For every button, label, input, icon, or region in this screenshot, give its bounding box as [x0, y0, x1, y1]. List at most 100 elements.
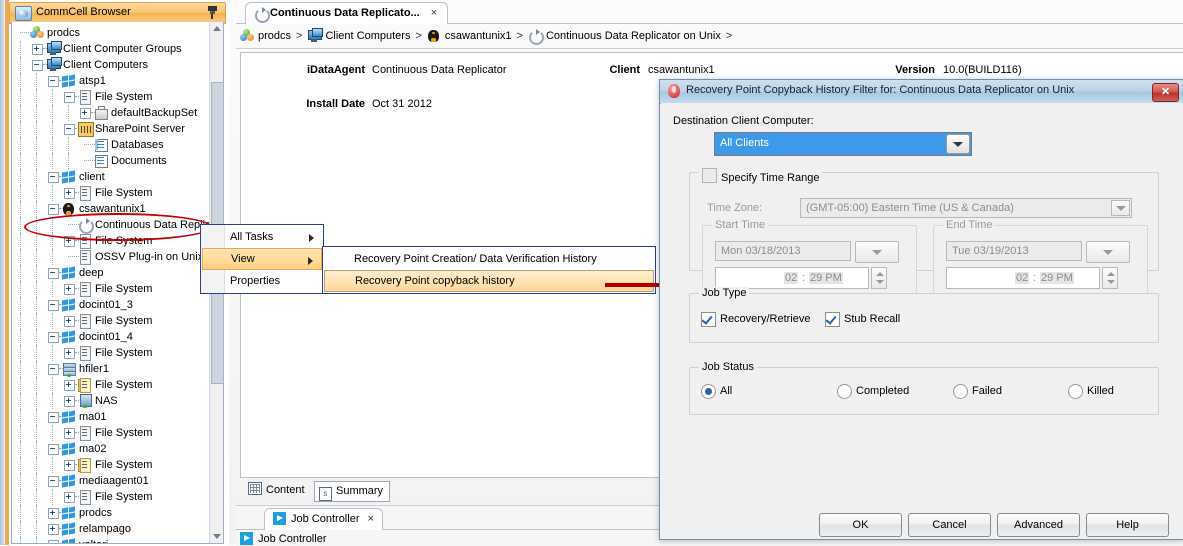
tree-item-nas[interactable]: NAS	[12, 393, 208, 409]
tree-expander[interactable]	[48, 412, 59, 423]
context-menu-primary[interactable]: All Tasks View Properties	[200, 224, 324, 294]
tree-item-ma01[interactable]: ma01	[12, 409, 208, 425]
tree-item-hfiler1[interactable]: hfiler1	[12, 361, 208, 377]
breadcrumb-item-client-computers[interactable]: Client Computers	[307, 27, 410, 45]
tree-item-file-system[interactable]: File System	[12, 281, 208, 297]
advanced-button[interactable]: Advanced	[997, 513, 1080, 537]
tree-item-docint01-3[interactable]: docint01_3	[12, 297, 208, 313]
close-icon[interactable]: ✕	[1152, 83, 1179, 102]
tree-item-client-computers[interactable]: Client Computers	[12, 57, 208, 73]
tree-item-documents[interactable]: Documents	[12, 153, 208, 169]
tree-expander[interactable]	[64, 124, 75, 135]
tab-continuous-data-replicator[interactable]: Continuous Data Replicato... ×	[245, 2, 449, 24]
start-date-picker-button[interactable]	[855, 241, 899, 263]
tree-item-ossv-plug-in-on-unix[interactable]: OSSV Plug-in on Unix	[12, 249, 208, 265]
ok-button[interactable]: OK	[819, 513, 902, 537]
tree-expander[interactable]	[64, 316, 75, 327]
start-time-stepper[interactable]	[871, 267, 887, 289]
job-controller-close-icon[interactable]: ×	[367, 513, 373, 525]
end-time-stepper[interactable]	[1102, 267, 1118, 289]
tree-item-databases[interactable]: Databases	[12, 137, 208, 153]
destination-client-select[interactable]: All Clients	[714, 132, 972, 156]
tab-content[interactable]: Content	[244, 481, 311, 500]
tree-expander[interactable]	[48, 172, 59, 183]
time-zone-select[interactable]: (GMT-05:00) Eastern Time (US & Canada)	[800, 198, 1132, 218]
tab-job-controller[interactable]: Job Controller ×	[264, 508, 383, 530]
tree-expander[interactable]	[64, 348, 75, 359]
pin-icon[interactable]	[207, 6, 218, 19]
tab-summary[interactable]: s Summary	[314, 481, 391, 502]
tree-item-prodcs[interactable]: prodcs	[12, 505, 208, 521]
tree-expander[interactable]	[48, 268, 59, 279]
breadcrumb[interactable]: prodcs > Client Computers > csawantunix1 > Con…	[240, 27, 737, 45]
tree-item-file-system[interactable]: File System	[12, 345, 208, 361]
menu-item-recovery-point-copyback-history[interactable]: Recovery Point copyback history	[324, 270, 654, 292]
tree-item-file-system[interactable]: File System	[12, 313, 208, 329]
menu-item-properties[interactable]: Properties	[202, 270, 322, 292]
tree-expander[interactable]	[48, 364, 59, 375]
cancel-button[interactable]: Cancel	[908, 513, 991, 537]
tree-item-file-system[interactable]: File System	[12, 185, 208, 201]
end-date-picker-button[interactable]	[1086, 241, 1130, 263]
tree-expander[interactable]	[32, 44, 43, 55]
breadcrumb-item-csawantunix1[interactable]: csawantunix1	[427, 27, 512, 45]
tree-item-atsp1[interactable]: atsp1	[12, 73, 208, 89]
tree-expander[interactable]	[48, 476, 59, 487]
tree-expander[interactable]	[64, 92, 75, 103]
tree-expander[interactable]	[32, 60, 43, 71]
tree-expander[interactable]	[48, 508, 59, 519]
end-time-field[interactable]: 02 : 29 PM	[946, 267, 1100, 289]
end-date-field[interactable]: Tue 03/19/2013	[946, 241, 1082, 261]
tree-expander[interactable]	[64, 428, 75, 439]
tree-item-defaultbackupset[interactable]: defaultBackupSet	[12, 105, 208, 121]
chevron-down-icon[interactable]	[1111, 200, 1130, 216]
tree-item-file-system[interactable]: File System	[12, 489, 208, 505]
tree-item-deep[interactable]: deep	[12, 265, 208, 281]
tab-close-icon[interactable]: ×	[431, 7, 437, 19]
tree-expander[interactable]	[64, 284, 75, 295]
tree-item-relampago[interactable]: relampago	[12, 521, 208, 537]
tree-expander[interactable]	[64, 492, 75, 503]
job-status-killed-radio[interactable]	[1068, 384, 1083, 399]
breadcrumb-item-prodcs[interactable]: prodcs	[240, 27, 291, 45]
tree-item-client[interactable]: client	[12, 169, 208, 185]
menu-item-view[interactable]: View	[202, 248, 322, 270]
tree-expander[interactable]	[48, 76, 59, 87]
tree-item-sharepoint-server[interactable]: SharePoint Server	[12, 121, 208, 137]
job-status-completed-radio[interactable]	[837, 384, 852, 399]
menu-item-recovery-point-creation-history[interactable]: Recovery Point Creation/ Data Verificati…	[324, 248, 654, 270]
tree-expander[interactable]	[48, 204, 59, 215]
tree-item-file-system[interactable]: File System	[12, 377, 208, 393]
tree-item-ma02[interactable]: ma02	[12, 441, 208, 457]
breadcrumb-item-continuous-data-replicator-on-unix[interactable]: Continuous Data Replicator on Unix	[528, 27, 721, 45]
tree-expander[interactable]	[64, 460, 75, 471]
tree-expander[interactable]	[64, 396, 75, 407]
tree-item-docint01-4[interactable]: docint01_4	[12, 329, 208, 345]
tree-expander[interactable]	[64, 380, 75, 391]
tree-item-valtari[interactable]: valtari	[12, 537, 208, 543]
tree-item-mediaagent01[interactable]: mediaagent01	[12, 473, 208, 489]
tree-expander[interactable]	[48, 540, 59, 543]
chevron-down-icon[interactable]	[946, 134, 970, 154]
tree-expander[interactable]	[48, 444, 59, 455]
tree-expander[interactable]	[48, 524, 59, 535]
start-date-field[interactable]: Mon 03/18/2013	[715, 241, 851, 261]
tree-expander[interactable]	[80, 108, 91, 119]
tree-expander[interactable]	[48, 300, 59, 311]
tree-item-file-system[interactable]: File System	[12, 457, 208, 473]
tree-expander[interactable]	[64, 188, 75, 199]
tree-item-file-system[interactable]: File System	[12, 89, 208, 105]
help-button[interactable]: Help	[1086, 513, 1169, 537]
job-type-stub-recall-checkbox[interactable]	[825, 312, 840, 327]
job-type-recovery-retrieve-checkbox[interactable]	[701, 312, 716, 327]
job-status-failed-radio[interactable]	[953, 384, 968, 399]
tree-expander[interactable]	[48, 332, 59, 343]
commcell-tree[interactable]: prodcs Client Computer Groups Client Compu…	[11, 22, 224, 544]
menu-item-all-tasks[interactable]: All Tasks	[202, 226, 322, 248]
tree-item-prodcs[interactable]: prodcs	[12, 25, 208, 41]
tree-item-file-system[interactable]: File System	[12, 425, 208, 441]
specify-time-range-checkbox[interactable]	[702, 168, 717, 183]
job-status-all-radio[interactable]	[701, 384, 716, 399]
start-time-field[interactable]: 02 : 29 PM	[715, 267, 869, 289]
tree-item-client-computer-groups[interactable]: Client Computer Groups	[12, 41, 208, 57]
